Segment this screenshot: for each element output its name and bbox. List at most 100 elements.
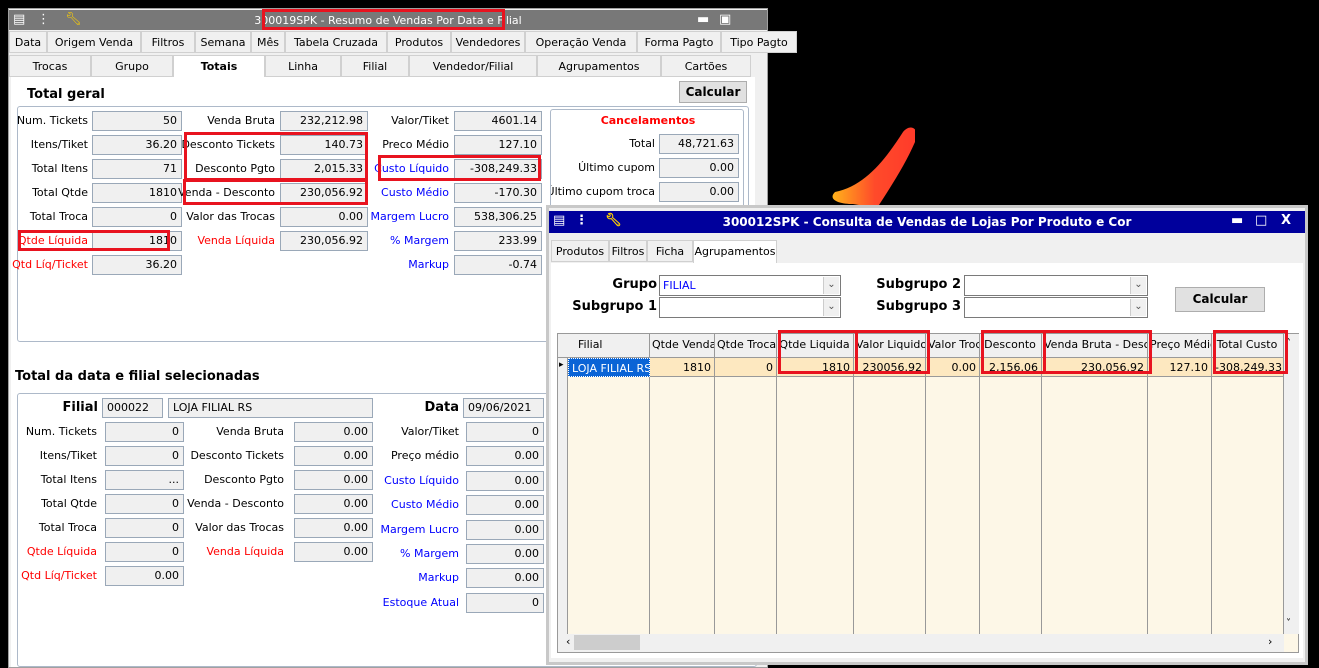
- column-header-qtde-liquida[interactable]: Qtde Liquida: [777, 334, 854, 358]
- wrench-icon[interactable]: 🔧︎: [605, 213, 622, 228]
- chevron-down-icon[interactable]: ⌄: [1130, 277, 1146, 294]
- cell-desconto[interactable]: 2,156.06: [980, 358, 1042, 377]
- data-label: Data: [424, 400, 459, 415]
- field-margem[interactable]: 0.00: [466, 544, 544, 564]
- label-itens-tiket: Itens/Tiket: [30, 138, 88, 151]
- chevron-down-icon[interactable]: ⌄: [823, 299, 839, 316]
- tab-produtos[interactable]: Produtos: [387, 31, 451, 53]
- tab-vendedores[interactable]: Vendedores: [451, 31, 525, 53]
- subgrupo3-select[interactable]: ⌄: [964, 297, 1148, 318]
- field-markup[interactable]: -0.74: [454, 255, 542, 275]
- scrollbar-thumb[interactable]: [574, 635, 640, 650]
- filial-code-field[interactable]: 000022: [102, 398, 163, 418]
- menu-icon[interactable]: ▤: [13, 12, 25, 27]
- cell-filial[interactable]: LOJA FILIAL RS: [568, 358, 650, 377]
- field-markup[interactable]: 0.00: [466, 568, 544, 589]
- traffic-light-icon[interactable]: ⋮: [37, 12, 50, 27]
- field-ultimo-cupom-troca[interactable]: 0.00: [659, 182, 739, 202]
- cell-preco-medio[interactable]: 127.10: [1148, 358, 1212, 377]
- results-grid: ▸ Filial LOJA FILIAL RS Qtde Venda 1810 Qtde …: [557, 333, 1299, 653]
- field-custo-liquido[interactable]: 0.00: [466, 470, 544, 491]
- field-margem-lucro[interactable]: 0.00: [466, 519, 544, 540]
- chevron-down-icon[interactable]: ⌄: [1130, 299, 1146, 316]
- tab-filtros[interactable]: Filtros: [141, 31, 195, 53]
- cell-qtde-venda[interactable]: 1810: [650, 358, 715, 377]
- tab-origem-venda[interactable]: Origem Venda: [47, 31, 141, 53]
- cell-total-custo[interactable]: -308,249.33: [1212, 358, 1284, 377]
- tab-agrupamentos[interactable]: Agrupamentos: [537, 55, 661, 77]
- tab-filtros[interactable]: Filtros: [609, 240, 647, 262]
- minimize-button[interactable]: ▬: [697, 12, 709, 27]
- tab-grupo[interactable]: Grupo: [91, 55, 173, 77]
- minimize-button[interactable]: ▬: [1231, 213, 1243, 228]
- scroll-right-icon[interactable]: ›: [1268, 635, 1272, 648]
- traffic-light-icon[interactable]: ⋮: [575, 213, 588, 228]
- column-header-total-custo[interactable]: Total Custo: [1212, 334, 1284, 358]
- column-header-venda-bruta-desc[interactable]: Venda Bruta - Desc.: [1042, 334, 1148, 358]
- tab-linha[interactable]: Linha: [265, 55, 341, 77]
- column-line: [1211, 377, 1212, 635]
- field-valor-tiket[interactable]: 4601.14: [454, 111, 542, 131]
- field-custo-medio[interactable]: -170.30: [454, 183, 542, 203]
- tabs-row-2: Trocas Grupo Totais Linha Filial Vendedor/Fil…: [9, 55, 769, 79]
- chevron-down-icon[interactable]: ⌄: [823, 277, 839, 294]
- cell-qtde-liquida[interactable]: 1810: [777, 358, 854, 377]
- wrench-icon[interactable]: 🔧︎: [65, 12, 82, 27]
- tab-trocas[interactable]: Trocas: [9, 55, 91, 77]
- cell-valor-troca[interactable]: 0.00: [926, 358, 980, 377]
- tab-forma-pagto[interactable]: Forma Pagto: [637, 31, 721, 53]
- vertical-scrollbar[interactable]: [1284, 334, 1299, 634]
- column-header-desconto[interactable]: Desconto: [980, 334, 1042, 358]
- calcular-button[interactable]: Calcular: [679, 81, 747, 103]
- field-preco-medio[interactable]: 0.00: [466, 446, 544, 467]
- title-bar: ▤ ⋮ 🔧︎ 300019SPK - Resumo de Vendas Por …: [9, 10, 767, 30]
- cell-venda-bruta-desc[interactable]: 230,056.92: [1042, 358, 1148, 377]
- grupo-select[interactable]: FILIAL ⌄: [659, 275, 841, 296]
- tab-semana[interactable]: Semana: [195, 31, 251, 53]
- column-header-qtde-troca[interactable]: Qtde Troca: [715, 334, 777, 358]
- maximize-button[interactable]: □: [1255, 213, 1267, 228]
- column-header-valor-liquido[interactable]: Valor Liquido: [854, 334, 926, 358]
- tab-tipo-pagto[interactable]: Tipo Pagto: [721, 31, 797, 53]
- field-total[interactable]: 48,721.63: [659, 134, 739, 154]
- field-margem-lucro[interactable]: 538,306.25: [454, 207, 542, 227]
- tab-cartoes[interactable]: Cartões: [661, 55, 751, 77]
- tab-tabela-cruzada[interactable]: Tabela Cruzada: [285, 31, 387, 53]
- menu-icon[interactable]: ▤: [553, 213, 565, 228]
- scroll-left-icon[interactable]: ‹: [566, 635, 570, 648]
- label-preco-medio: Preco Médio: [382, 138, 449, 151]
- field-estoque-atual[interactable]: 0: [466, 592, 544, 613]
- tab-filial[interactable]: Filial: [341, 55, 409, 77]
- cell-qtde-troca[interactable]: 0: [715, 358, 777, 377]
- tab-mes[interactable]: Mês: [251, 31, 285, 53]
- subgrupo2-select[interactable]: ⌄: [964, 275, 1148, 296]
- column-header-valor-troca[interactable]: Valor Troca: [926, 334, 980, 358]
- field-ultimo-cupom[interactable]: 0.00: [659, 158, 739, 178]
- tab-vendedor-filial[interactable]: Vendedor/Filial: [409, 55, 537, 77]
- tab-totais[interactable]: Totais: [173, 55, 265, 79]
- calcular-button[interactable]: Calcular: [1175, 287, 1265, 312]
- tab-data[interactable]: Data: [9, 31, 47, 53]
- subgrupo1-select[interactable]: ⌄: [659, 297, 841, 318]
- horizontal-scrollbar[interactable]: ‹ ›: [558, 634, 1284, 652]
- tab-produtos[interactable]: Produtos: [551, 240, 609, 262]
- field-custo-liquido[interactable]: -308,249.33: [454, 159, 542, 179]
- field-qtd-liq-ticket[interactable]: 36.20: [92, 255, 182, 275]
- tab-agrupamentos[interactable]: Agrupamentos: [693, 240, 777, 264]
- close-button[interactable]: X: [1281, 213, 1291, 228]
- scroll-down-icon[interactable]: ˅: [1286, 618, 1291, 629]
- cell-valor-liquido[interactable]: 230056.92: [854, 358, 926, 377]
- maximize-button[interactable]: ▣: [719, 12, 731, 27]
- scroll-up-icon[interactable]: ˄: [1286, 338, 1291, 349]
- field-valor-tiket[interactable]: 0: [466, 422, 544, 442]
- field-qtd-liq-ticket[interactable]: 0.00: [105, 566, 184, 586]
- column-header-filial[interactable]: Filial: [568, 334, 650, 358]
- field-preco-medio[interactable]: 127.10: [454, 135, 542, 155]
- field-margem[interactable]: 233.99: [454, 231, 542, 251]
- column-header-qtde-venda[interactable]: Qtde Venda: [650, 334, 715, 358]
- tab-ficha[interactable]: Ficha: [647, 240, 693, 262]
- tab-operacao-venda[interactable]: Operação Venda: [525, 31, 637, 53]
- field-custo-medio[interactable]: 0.00: [466, 495, 544, 516]
- data-field[interactable]: 09/06/2021: [463, 398, 544, 418]
- column-header-preco-medio[interactable]: Preço Médio: [1148, 334, 1212, 358]
